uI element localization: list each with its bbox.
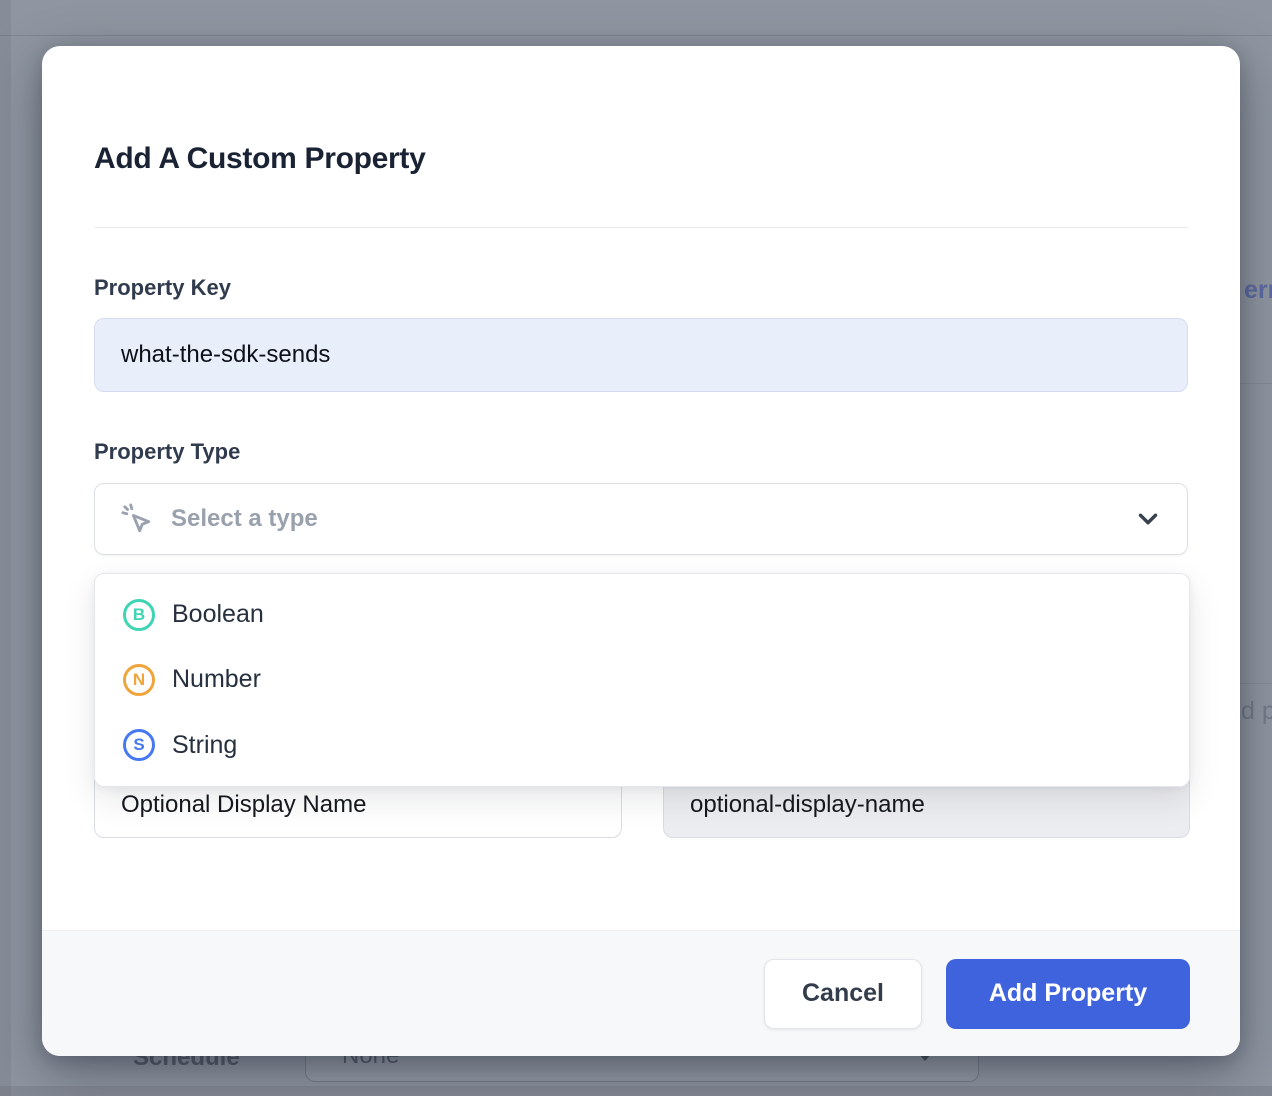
type-option-label: String: [172, 731, 237, 760]
dialog-title: Add A Custom Property: [94, 142, 426, 176]
type-option-label: Number: [172, 665, 261, 694]
property-type-select[interactable]: Select a type: [94, 483, 1188, 555]
chevron-down-icon: [1133, 504, 1163, 534]
string-type-icon: S: [123, 729, 155, 761]
number-type-icon: N: [123, 664, 155, 696]
background-left-edge: [0, 0, 11, 1096]
property-type-placeholder: Select a type: [171, 505, 1133, 533]
property-type-label: Property Type: [94, 439, 240, 465]
background-top-divider: [0, 35, 1272, 36]
dialog-footer: Cancel Add Property: [42, 930, 1240, 1056]
type-option-label: Boolean: [172, 600, 264, 629]
background-link-fragment: erm: [1244, 276, 1272, 305]
add-property-button[interactable]: Add Property: [946, 959, 1190, 1029]
cursor-click-icon: [119, 501, 155, 537]
cancel-button[interactable]: Cancel: [764, 959, 922, 1029]
type-option-string[interactable]: S String: [95, 713, 1189, 777]
type-option-boolean[interactable]: B Boolean: [95, 583, 1189, 647]
add-custom-property-dialog: Add A Custom Property Property Key Prope…: [42, 46, 1240, 1056]
title-divider: [94, 227, 1188, 228]
property-type-dropdown: B Boolean N Number S String: [94, 573, 1190, 787]
type-option-number[interactable]: N Number: [95, 648, 1189, 712]
background-text-fragment: d p: [1241, 697, 1272, 726]
property-key-label: Property Key: [94, 275, 231, 301]
property-key-input[interactable]: [94, 318, 1188, 392]
boolean-type-icon: B: [123, 599, 155, 631]
background-bottom-edge: [0, 1086, 1272, 1096]
